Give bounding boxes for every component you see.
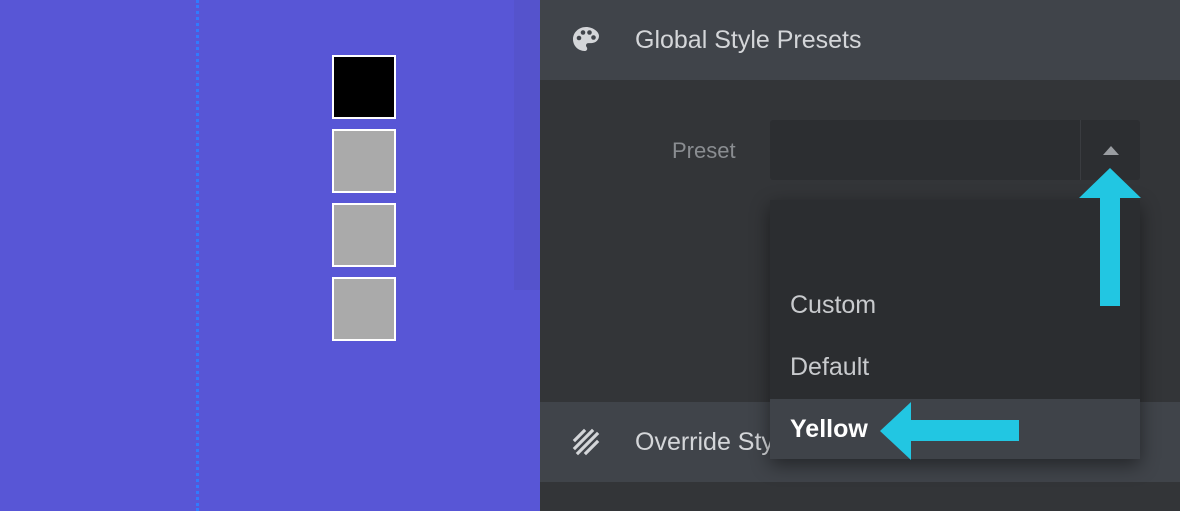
preset-select[interactable]	[770, 120, 1140, 180]
color-swatch-black[interactable]	[332, 55, 396, 119]
color-swatch-gray[interactable]	[332, 277, 396, 341]
canvas-scrollbar[interactable]	[514, 0, 540, 290]
color-swatch-gray[interactable]	[332, 203, 396, 267]
design-canvas[interactable]	[0, 0, 540, 511]
color-swatch-gray[interactable]	[332, 129, 396, 193]
dropdown-option-default[interactable]: Default	[770, 337, 1140, 397]
guide-line	[196, 0, 199, 511]
preset-dropdown-menu: Custom Default Yellow	[770, 200, 1140, 459]
caret-up-icon	[1102, 145, 1119, 155]
preset-label: Preset	[672, 138, 736, 163]
section-header-global-style-presets[interactable]: Global Style Presets	[540, 0, 1180, 80]
dropdown-option-custom[interactable]: Custom	[770, 275, 1140, 335]
hatch-stripes-icon	[572, 428, 600, 456]
dropdown-toggle-button[interactable]	[1080, 120, 1140, 180]
section-title: Global Style Presets	[635, 26, 862, 54]
palette-icon	[573, 27, 599, 51]
dropdown-option-yellow[interactable]: Yellow	[770, 399, 1140, 459]
